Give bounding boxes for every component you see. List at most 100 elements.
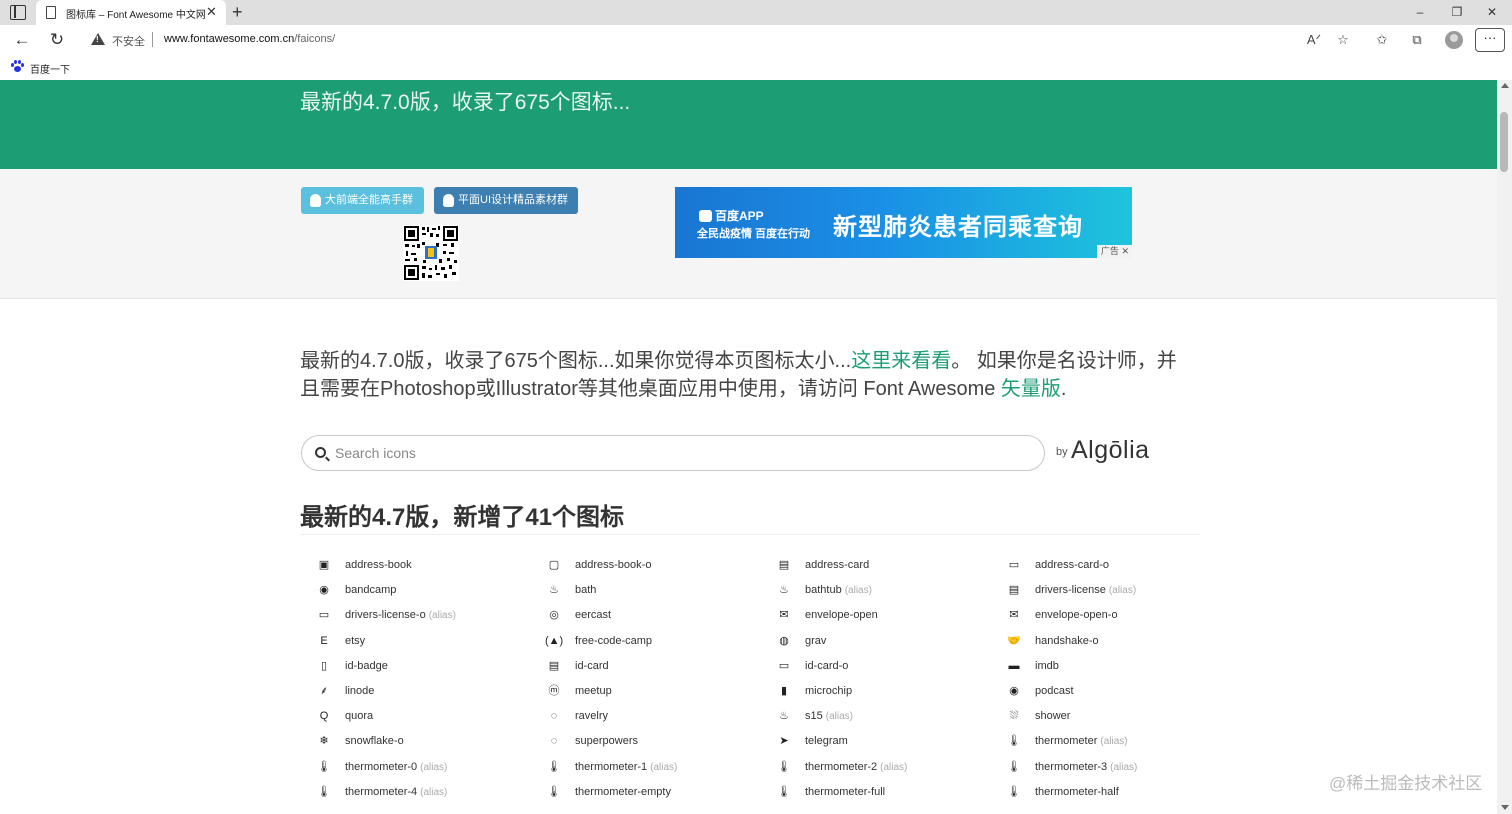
icon-name-text: address-book-o: [575, 559, 652, 571]
ad-close-icon[interactable]: ✕: [1121, 246, 1129, 256]
icon-name-text: address-book: [345, 559, 412, 571]
hero-title: 最新的4.7.0版，收录了675个图标...: [300, 91, 631, 114]
icon-name: quora: [345, 706, 373, 726]
scroll-down-arrow-icon[interactable]: [1501, 805, 1509, 810]
close-window-button[interactable]: ✕: [1482, 4, 1502, 20]
icon-name-text: thermometer-half: [1035, 786, 1119, 798]
baidu-ad-banner[interactable]: 百度APP 全民战疫情 百度在行动 新型肺炎患者同乘查询 广告 ✕: [675, 187, 1132, 258]
icon-name-text: superpowers: [575, 735, 638, 747]
icon-name: bath: [575, 580, 596, 600]
icon-name: thermometer-full: [805, 782, 885, 802]
restore-button[interactable]: ❐: [1447, 4, 1467, 20]
superpowers-icon: ◌: [550, 735, 558, 747]
thermometer-3-icon: 🌡: [1007, 761, 1021, 773]
icon-name: address-card-o: [1035, 555, 1109, 575]
icon-name: handshake-o: [1035, 631, 1099, 651]
icon-name: meetup: [575, 681, 612, 701]
thermometer-full-icon: 🌡: [777, 786, 791, 798]
icon-name: ravelry: [575, 706, 608, 726]
url-text[interactable]: www.fontawesome.com.cn/faicons/: [164, 33, 335, 45]
browser-tab[interactable]: 图标库 – Font Awesome 中文网 ✕: [36, 0, 226, 25]
icon-name-text: handshake-o: [1035, 635, 1099, 647]
tab-actions-icon[interactable]: [10, 5, 26, 20]
drivers-license-o-icon: ▭: [318, 609, 330, 621]
page-viewport: 最新的4.7.0版，收录了675个图标... 大前端全能高手群 平面UI设计精品…: [0, 80, 1497, 814]
profile-avatar[interactable]: [1445, 31, 1463, 49]
icon-name-text: shower: [1035, 710, 1071, 722]
icon-name: superpowers: [575, 731, 638, 751]
minimize-button[interactable]: –: [1410, 4, 1430, 20]
icon-name: linode: [345, 681, 374, 701]
tab-bar: 图标库 – Font Awesome 中文网 ✕ + – ❐ ✕: [0, 0, 1512, 25]
thermometer-half-icon: 🌡: [1007, 786, 1021, 798]
icon-name-text: snowflake-o: [345, 735, 404, 747]
icon-name: imdb: [1035, 656, 1059, 676]
icon-name-text: thermometer-3: [1035, 761, 1108, 773]
icon-name: id-badge: [345, 656, 388, 676]
promo-area: 大前端全能高手群 平面UI设计精品素材群 百度APP 全民战疫情 百度在行动 新…: [0, 169, 1497, 299]
icon-name: podcast: [1035, 681, 1074, 701]
bookmark-baidu[interactable]: 百度一下: [30, 61, 70, 76]
view-larger-link[interactable]: 这里来看看: [851, 350, 951, 372]
ui-design-group-button[interactable]: 平面UI设计精品素材群: [434, 187, 578, 214]
icon-name-text: linode: [345, 685, 375, 697]
search-input[interactable]: [335, 442, 1035, 464]
intro-paragraph: 最新的4.7.0版，收录了675个图标...如果你觉得本页图标太小...这里来看…: [300, 347, 1190, 403]
address-separator: [152, 32, 153, 47]
scroll-up-arrow-icon[interactable]: [1501, 83, 1509, 88]
scroll-thumb[interactable]: [1500, 112, 1508, 172]
add-favorite-icon[interactable]: ☆: [1333, 32, 1353, 48]
icon-name-text: quora: [345, 710, 374, 722]
icon-search-box[interactable]: [301, 435, 1045, 471]
reload-button[interactable]: ↻: [47, 31, 67, 49]
alias-tag: (alias): [650, 762, 678, 773]
icon-name: bathtub (alias): [805, 580, 872, 601]
algolia-logo[interactable]: Algōlia: [1071, 436, 1150, 465]
icon-name-text: thermometer-1: [575, 761, 648, 773]
qr-code-image: [403, 225, 459, 281]
more-options-button[interactable]: ···: [1475, 28, 1505, 52]
frontend-group-button[interactable]: 大前端全能高手群: [301, 187, 424, 214]
vertical-scrollbar[interactable]: [1497, 80, 1512, 814]
icon-name: microchip: [805, 681, 852, 701]
security-label[interactable]: 不安全: [112, 33, 145, 49]
vector-version-link[interactable]: 矢量版: [1001, 378, 1061, 400]
icon-name: thermometer-half: [1035, 782, 1119, 802]
collections-icon[interactable]: ⧉: [1407, 32, 1427, 48]
free-code-camp-icon: (▲): [545, 635, 564, 647]
icon-name: grav: [805, 631, 826, 651]
ravelry-icon: ◌: [550, 710, 558, 722]
icon-name-text: telegram: [805, 735, 848, 747]
quora-icon: Q: [319, 710, 329, 722]
thermometer-1-icon: 🌡: [547, 761, 561, 773]
icon-name-text: ravelry: [575, 710, 609, 722]
icon-name-text: address-card: [805, 559, 870, 571]
alias-tag: (alias): [420, 787, 448, 798]
back-button[interactable]: ←: [12, 31, 32, 49]
drivers-license-icon: ▤: [1008, 584, 1020, 596]
icon-name-text: eercast: [575, 609, 612, 621]
qr-code-graphic: [403, 225, 459, 281]
search-icon: [315, 447, 326, 458]
new-tab-button[interactable]: +: [232, 2, 243, 22]
bathtub-icon: ♨: [779, 584, 789, 596]
icon-name: thermometer-1 (alias): [575, 757, 677, 778]
read-aloud-icon[interactable]: Aᐟ: [1304, 32, 1324, 48]
icon-name: drivers-license-o (alias): [345, 605, 456, 626]
icon-name-text: bath: [575, 584, 597, 596]
section-title: 最新的4.7版，新增了41个图标: [300, 504, 625, 531]
address-bar[interactable]: 不安全 www.fontawesome.com.cn/faicons/: [80, 28, 1360, 52]
ad-label: 广告 ✕: [1096, 245, 1132, 258]
icon-name-text: etsy: [345, 635, 366, 647]
tab-close-icon[interactable]: ✕: [206, 4, 217, 20]
warning-icon[interactable]: [91, 33, 105, 45]
ad-label-text: 广告: [1100, 246, 1119, 256]
icon-name: thermometer-empty: [575, 782, 671, 802]
ui-design-group-label: 平面UI设计精品素材群: [458, 194, 568, 206]
icon-name-text: microchip: [805, 685, 853, 697]
favorites-icon[interactable]: ✩: [1372, 32, 1392, 48]
icon-name-text: s15: [805, 710, 823, 722]
search-by-label: by: [1056, 446, 1068, 458]
icon-name: address-book: [345, 555, 412, 575]
icon-name-text: podcast: [1035, 685, 1074, 697]
